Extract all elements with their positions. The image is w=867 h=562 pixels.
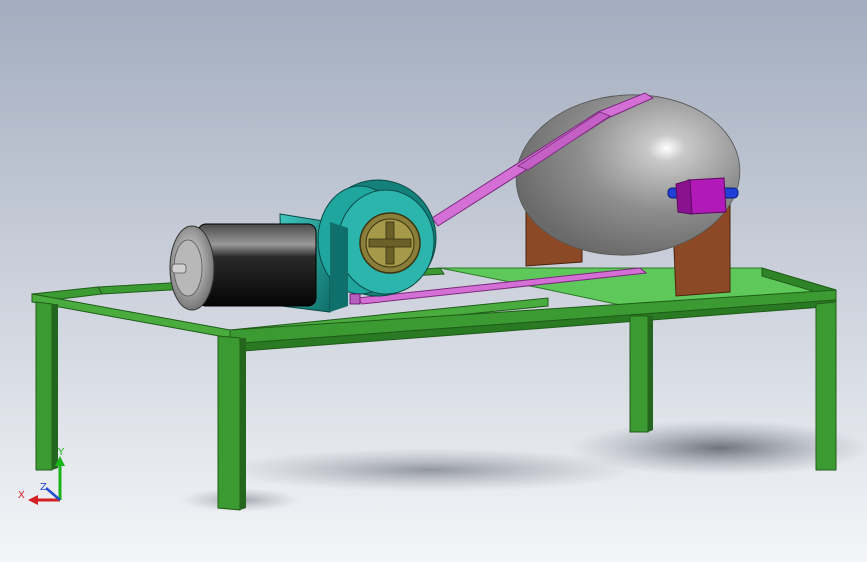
cad-viewport[interactable]: Y X Z [0, 0, 867, 562]
triad-x-label: X [18, 490, 25, 501]
triad-y-label: Y [57, 447, 65, 458]
bearing-block [687, 177, 727, 215]
triad-z-label: Z [40, 482, 47, 493]
assembly-scene[interactable]: Y X Z [0, 0, 867, 562]
motor-shaft-stub [171, 263, 187, 274]
electric-motor[interactable] [169, 223, 317, 311]
drive-pulley[interactable] [359, 212, 421, 274]
belt-tensioner[interactable] [349, 293, 361, 305]
